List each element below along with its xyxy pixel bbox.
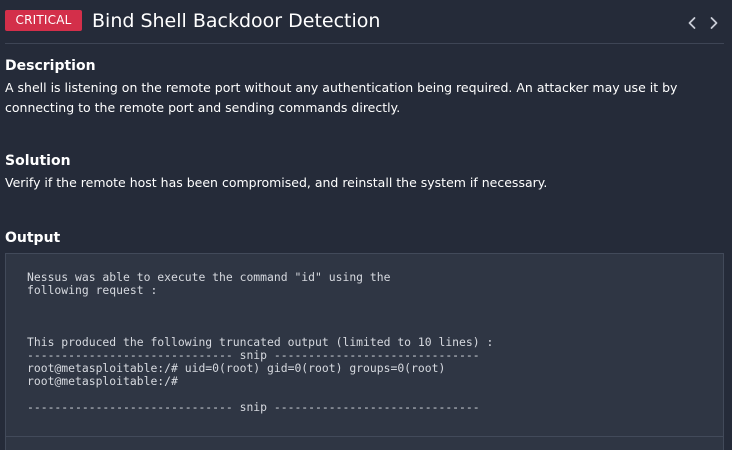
output-text: Nessus was able to execute the command "…: [27, 270, 494, 414]
description-text: A shell is listening on the remote port …: [5, 80, 678, 115]
solution-heading: Solution: [5, 153, 71, 169]
output-panel[interactable]: Nessus was able to execute the command "…: [5, 253, 724, 437]
previous-button[interactable]: [683, 12, 701, 34]
output-heading: Output: [5, 230, 61, 246]
next-button[interactable]: [705, 12, 723, 34]
chevron-left-icon: [688, 17, 696, 29]
solution-text: Verify if the remote host has been compr…: [5, 175, 548, 190]
severity-badge: CRITICAL: [5, 10, 82, 31]
plugin-title: Bind Shell Backdoor Detection: [92, 10, 381, 32]
description-heading: Description: [5, 58, 96, 74]
output-panel-next: [5, 437, 724, 450]
plugin-header: CRITICAL Bind Shell Backdoor Detection: [5, 0, 724, 44]
chevron-right-icon: [710, 17, 718, 29]
